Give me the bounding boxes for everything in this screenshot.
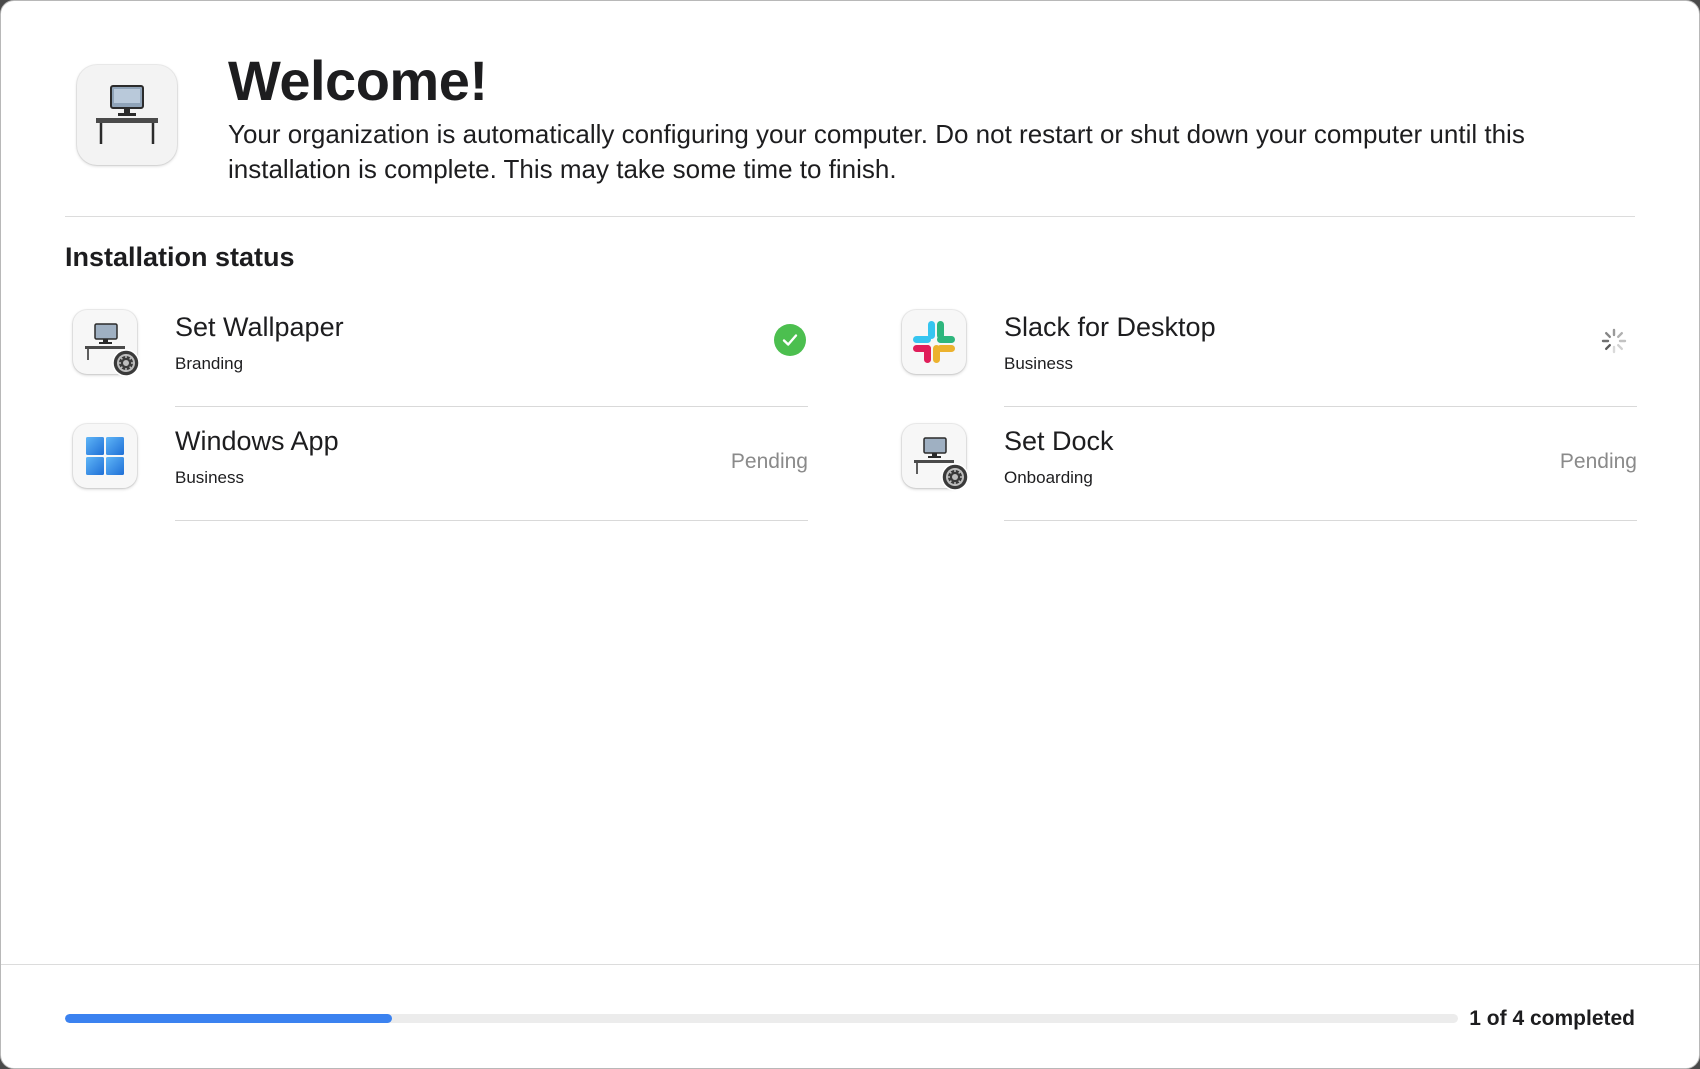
list-item-set-wallpaper: Set Wallpaper Branding bbox=[65, 302, 808, 416]
divider bbox=[175, 520, 808, 521]
item-name: Slack for Desktop bbox=[1004, 312, 1216, 342]
item-name: Set Dock bbox=[1004, 426, 1114, 456]
computer-desk-icon bbox=[77, 65, 177, 165]
loading-spinner-icon bbox=[1601, 328, 1627, 354]
page-description: Your organization is automatically confi… bbox=[228, 119, 1525, 184]
header: Welcome! Your organization is automatica… bbox=[65, 49, 1635, 217]
divider bbox=[1004, 520, 1637, 521]
footer-divider bbox=[1, 964, 1699, 965]
progress-bar-fill bbox=[65, 1014, 393, 1023]
item-name: Set Wallpaper bbox=[175, 312, 344, 342]
item-category: Business bbox=[175, 468, 244, 487]
gear-badge-icon bbox=[112, 349, 140, 377]
checkmark-icon bbox=[774, 324, 806, 356]
status-label: Pending bbox=[1559, 450, 1637, 473]
windows-icon bbox=[73, 424, 137, 488]
list-item-set-dock: Set Dock Onboarding Pending bbox=[894, 416, 1637, 530]
computer-settings-icon bbox=[73, 310, 140, 377]
item-category: Onboarding bbox=[1004, 468, 1093, 487]
item-name: Windows App bbox=[175, 426, 339, 456]
divider bbox=[175, 406, 808, 407]
item-category: Branding bbox=[175, 354, 244, 373]
page-title: Welcome! bbox=[228, 49, 488, 112]
progress-bar bbox=[65, 1014, 1458, 1023]
list-item-slack: Slack for Desktop Business bbox=[894, 302, 1637, 416]
slack-icon bbox=[902, 310, 966, 374]
divider bbox=[1004, 406, 1637, 407]
item-category: Business bbox=[1004, 354, 1073, 373]
list-item-windows-app: Windows App Business Pending bbox=[65, 416, 808, 530]
gear-badge-icon bbox=[941, 463, 969, 491]
section-title: Installation status bbox=[65, 242, 295, 272]
status-label: Pending bbox=[730, 450, 808, 473]
computer-settings-icon bbox=[902, 424, 969, 491]
progress-label: 1 of 4 completed bbox=[1469, 1007, 1635, 1030]
setup-window: Welcome! Your organization is automatica… bbox=[0, 0, 1700, 1069]
